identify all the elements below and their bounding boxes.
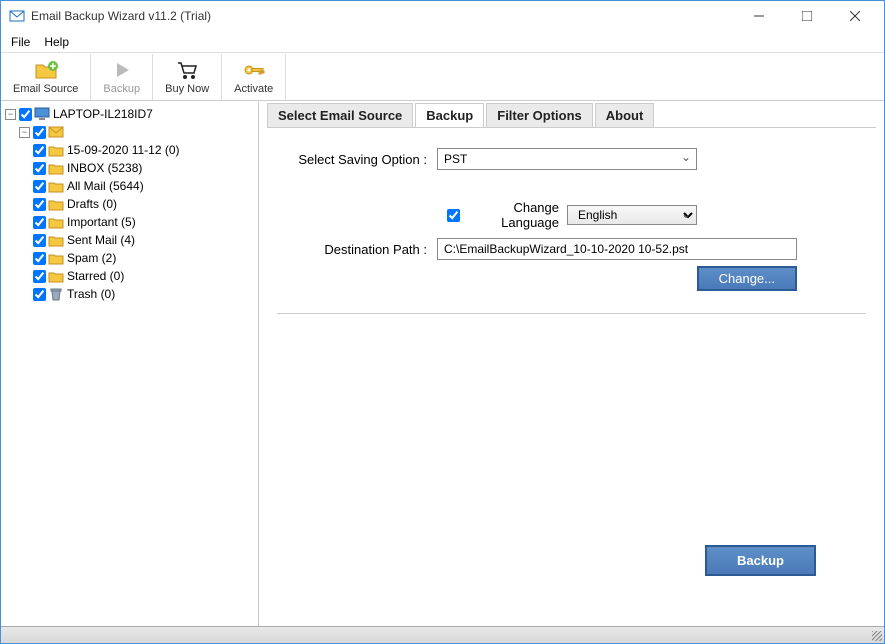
collapse-icon[interactable]: − (5, 109, 16, 120)
folder-icon (48, 268, 64, 284)
tabs: Select Email Source Backup Filter Option… (267, 101, 876, 127)
tree-label: Important (5) (67, 215, 136, 229)
app-icon (9, 8, 25, 24)
tree-checkbox[interactable] (19, 108, 32, 121)
change-language-checkbox[interactable] (447, 209, 460, 222)
backup-button[interactable]: Backup (705, 545, 816, 576)
toolbar-buy-now[interactable]: Buy Now (153, 54, 222, 100)
tree-item[interactable]: Trash (0) (5, 285, 254, 303)
tree-item[interactable]: Drafts (0) (5, 195, 254, 213)
destination-label: Destination Path : (277, 242, 437, 257)
tree-label: 15-09-2020 11-12 (0) (67, 143, 180, 157)
close-button[interactable] (840, 6, 870, 26)
tree-label: Trash (0) (67, 287, 115, 301)
folder-icon (48, 142, 64, 158)
tree-label: Sent Mail (4) (67, 233, 135, 247)
collapse-icon[interactable]: − (19, 127, 30, 138)
play-icon (112, 59, 132, 81)
tree-label: Drafts (0) (67, 197, 117, 211)
tree-item[interactable]: 15-09-2020 11-12 (0) (5, 141, 254, 159)
tree-checkbox[interactable] (33, 180, 46, 193)
tree-item[interactable]: All Mail (5644) (5, 177, 254, 195)
saving-option-label: Select Saving Option : (277, 152, 437, 167)
folder-tree: − LAPTOP-IL218ID7 − 15-09-2020 11-12 (0)… (1, 101, 259, 626)
cart-icon (175, 59, 199, 81)
menu-file[interactable]: File (11, 35, 30, 49)
titlebar: Email Backup Wizard v11.2 (Trial) (1, 1, 884, 31)
tab-select-source[interactable]: Select Email Source (267, 103, 413, 127)
toolbar-backup[interactable]: Backup (91, 54, 153, 100)
folder-icon (48, 178, 64, 194)
folder-icon (48, 214, 64, 230)
change-language-label: Change Language (468, 200, 559, 230)
tree-item[interactable]: Spam (2) (5, 249, 254, 267)
folder-icon (48, 160, 64, 176)
tree-item[interactable]: INBOX (5238) (5, 159, 254, 177)
tree-checkbox[interactable] (33, 162, 46, 175)
folder-icon (48, 250, 64, 266)
toolbar-label: Buy Now (165, 83, 209, 95)
mailbox-icon (48, 124, 64, 140)
toolbar-activate[interactable]: Activate (222, 54, 286, 100)
toolbar-email-source[interactable]: Email Source (1, 54, 91, 100)
tree-checkbox[interactable] (33, 288, 46, 301)
tree-checkbox[interactable] (33, 270, 46, 283)
tree-label: Spam (2) (67, 251, 116, 265)
tree-label: All Mail (5644) (67, 179, 144, 193)
folder-icon (48, 196, 64, 212)
tab-filter-options[interactable]: Filter Options (486, 103, 593, 127)
toolbar-label: Email Source (13, 83, 78, 95)
tree-label: LAPTOP-IL218ID7 (53, 107, 153, 121)
menubar: File Help (1, 31, 884, 53)
tree-label: INBOX (5238) (67, 161, 142, 175)
toolbar-label: Activate (234, 83, 273, 95)
computer-icon (34, 106, 50, 122)
tree-checkbox[interactable] (33, 234, 46, 247)
tree-root[interactable]: − LAPTOP-IL218ID7 (5, 105, 254, 123)
folder-icon (48, 232, 64, 248)
tree-node[interactable]: − (5, 123, 254, 141)
key-icon (242, 59, 266, 81)
main-panel: Select Email Source Backup Filter Option… (259, 101, 884, 626)
tree-label: Starred (0) (67, 269, 124, 283)
menu-help[interactable]: Help (44, 35, 69, 49)
tree-checkbox[interactable] (33, 252, 46, 265)
toolbar: Email Source Backup Buy Now Activate (1, 53, 884, 101)
saving-option-select[interactable]: PST (437, 148, 697, 170)
maximize-button[interactable] (792, 6, 822, 26)
folder-plus-icon (34, 59, 58, 81)
language-select[interactable]: English (567, 205, 697, 225)
tree-item[interactable]: Important (5) (5, 213, 254, 231)
statusbar (1, 626, 884, 643)
tree-item[interactable]: Sent Mail (4) (5, 231, 254, 249)
change-button[interactable]: Change... (697, 266, 797, 291)
tree-checkbox[interactable] (33, 216, 46, 229)
tab-backup[interactable]: Backup (415, 103, 484, 128)
window-title: Email Backup Wizard v11.2 (Trial) (31, 9, 744, 23)
tree-checkbox[interactable] (33, 144, 46, 157)
tab-body: Select Saving Option : PST Change Langua… (267, 127, 876, 626)
tree-item[interactable]: Starred (0) (5, 267, 254, 285)
tree-checkbox[interactable] (33, 198, 46, 211)
destination-input[interactable] (437, 238, 797, 260)
separator (277, 313, 866, 314)
toolbar-label: Backup (103, 83, 140, 95)
tab-about[interactable]: About (595, 103, 655, 127)
trash-icon (48, 286, 64, 302)
tree-checkbox[interactable] (33, 126, 46, 139)
minimize-button[interactable] (744, 6, 774, 26)
